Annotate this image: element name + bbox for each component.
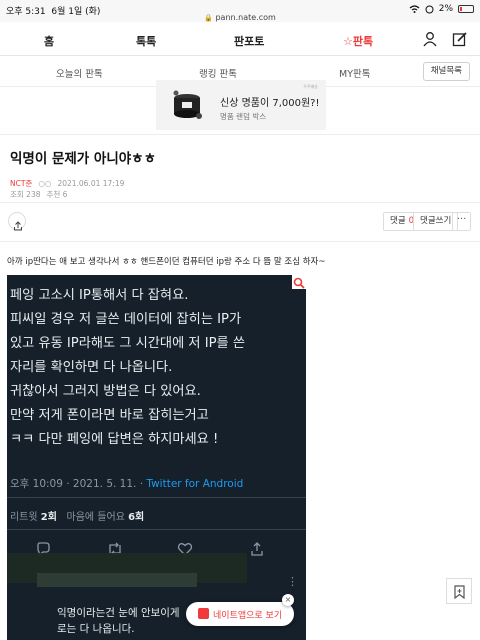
retweets-label: 리트윗 [10,512,38,523]
post-author[interactable]: NCT준 [10,178,32,189]
subnav-today[interactable]: 오늘의 판톡 [56,66,103,80]
tweet-line: 페잉 고소시 IP통해서 다 잡혀요. [10,288,189,303]
battery-icon [458,5,474,13]
tweet-line: 만약 저게 폰이라면 바로 잡히는거고 [10,408,209,423]
bookmark-icon [454,584,465,600]
post-title: 익명이 문제가 아니야ㅎㅎ [10,151,157,167]
share-tweet-icon [249,541,265,557]
promo-label: 네이트앱으로 보기 [213,611,283,621]
main-nav: 홈 톡톡 판포토 ☆판톡 [0,24,480,56]
divider [0,241,480,242]
app-promo-button[interactable]: 네이트앱으로 보기 [186,602,294,626]
nav-home[interactable]: 홈 [44,33,54,49]
tweet-line: 귀찮아서 그러지 방법은 다 있어요. [10,384,201,399]
tweet-source: Twitter for Android [146,478,244,490]
url-text: pann.nate.com [215,13,276,22]
nav-toktok[interactable]: 톡톡 [136,33,156,49]
nav-pantalk[interactable]: ☆판톡 [343,33,373,49]
comments-label: 댓글 [390,216,406,226]
post-body: 아까 ip딴다는 애 보고 생각나서 ㅎㅎ 핸드폰이던 컴퓨터던 ip랑 주소 … [7,257,326,267]
post-views: 조회 238 [10,190,41,199]
battery-percent: 2% [438,4,453,14]
magnify-icon[interactable] [292,275,306,289]
status-right: 2% [409,4,474,14]
subnav-my[interactable]: MY판톡 [339,66,370,80]
post-likes: 추천 6 [46,190,68,199]
post-datetime: 2021.06.01 17:19 [57,179,125,188]
tweet-line: 피씨일 경우 저 글쓴 데이터에 잡히는 IP가 [10,312,242,327]
ad-subtitle: 명품 랜덤 박스 [220,112,267,121]
edit-icon[interactable] [452,31,468,47]
nav-icons [422,31,468,47]
reply-line: 로는 다 나옵니다. [57,623,135,635]
retweets-count: 2회 [40,512,57,523]
ad-banner[interactable]: 우주배송 신상 명품이 7,000원?! 명품 랜덤 박스 [156,80,326,130]
nav-panphoto[interactable]: 판포토 [234,33,264,49]
close-icon[interactable]: × [282,594,294,606]
divider [0,134,480,135]
subnav-ranking[interactable]: 랭킹 판톡 [199,66,237,80]
tweet-text: 페잉 고소시 IP통해서 다 잡혀요. 피씨일 경우 저 글쓴 데이터에 잡히는… [10,284,245,452]
tweet-separator [7,497,306,498]
divider [0,202,480,203]
status-bar: 오후 5:31 6월 1일 (화) 🔒 pann.nate.com 2% [0,0,480,22]
channel-list-button[interactable]: 채널목록 [422,62,470,81]
tweet-stats: 리트윗 2회 마음에 들어요 6회 [10,508,144,523]
more-button[interactable]: ··· [452,212,471,231]
redacted-area [37,573,197,587]
share-button[interactable] [8,212,26,231]
tweet-line: 자리를 확인하면 다 나옵니다. [10,360,173,375]
nate-logo-icon [198,608,209,619]
likes-label: 마음에 들어요 [66,512,125,523]
user-icon[interactable] [422,31,438,47]
lock-icon: 🔒 [204,14,213,22]
rotation-lock-icon [425,5,434,13]
tweet-date: 오후 10:09 · 2021. 5. 11. · Twitter for An… [10,476,243,491]
post-meta: NCT준 ○○ 2021.06.01 17:19 [10,178,124,189]
address-bar[interactable]: 🔒 pann.nate.com [0,13,480,22]
ad-title: 신상 명품이 7,000원?! [220,98,320,109]
tweet-reply: 익명이라는건 눈에 안보이게 로는 다 나옵니다. [57,605,180,637]
product-image [173,90,202,119]
tweet-line: ㅋㅋ 다만 페잉에 답변은 하지마세요 ! [10,432,219,447]
likes-count: 6회 [128,512,145,523]
share-icon [13,216,23,231]
post-stats: 조회 238 추천 6 [10,189,67,200]
tweet-line: 있고 유동 IP라해도 그 시간대에 저 IP를 쓴 [10,336,246,351]
bookmark-button[interactable] [446,578,472,604]
author-dots: ○○ [38,179,52,188]
tweet-more-icon: ⋮ [287,575,298,588]
tweet-separator [7,529,306,530]
ad-label: 우주배송 [303,84,318,89]
tweet-screenshot: 페잉 고소시 IP통해서 다 잡혀요. 피씨일 경우 저 글쓴 데이터에 잡히는… [7,275,306,640]
reply-line: 익명이라는건 눈에 안보이게 [57,607,180,619]
wifi-icon [409,5,420,13]
tweet-timestamp: 오후 10:09 · 2021. 5. 11. · [10,478,147,490]
